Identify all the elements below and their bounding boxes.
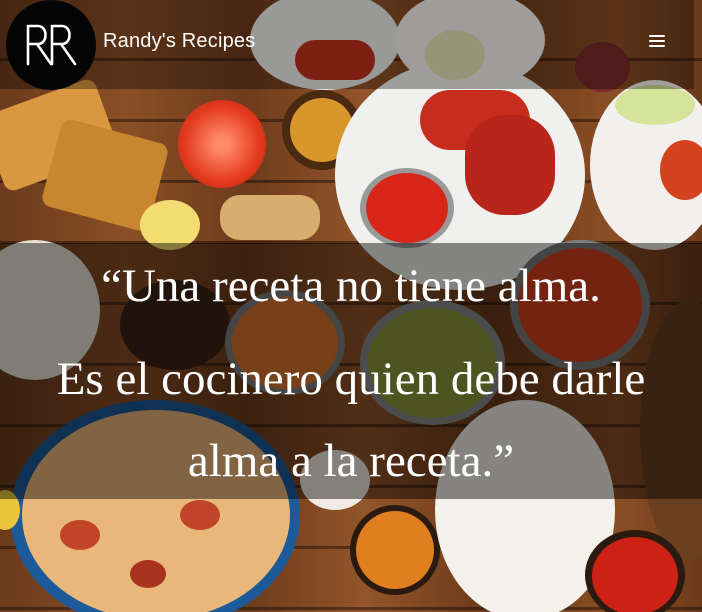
hamburger-menu-icon[interactable] [640, 24, 674, 58]
brand-title[interactable]: Randy's Recipes [103, 30, 255, 53]
quote-line: alma a la receta.” [187, 435, 515, 487]
quote-line: Es el cocinero quien debe darle [56, 353, 646, 405]
logo[interactable] [6, 0, 96, 90]
menu-bar [649, 40, 665, 42]
menu-bar [649, 45, 665, 47]
rr-logo-icon [26, 24, 77, 66]
menu-bar [649, 35, 665, 37]
quote-line: “Una receta no tiene alma. [101, 260, 601, 312]
navbar: Randy's Recipes [0, 0, 694, 90]
